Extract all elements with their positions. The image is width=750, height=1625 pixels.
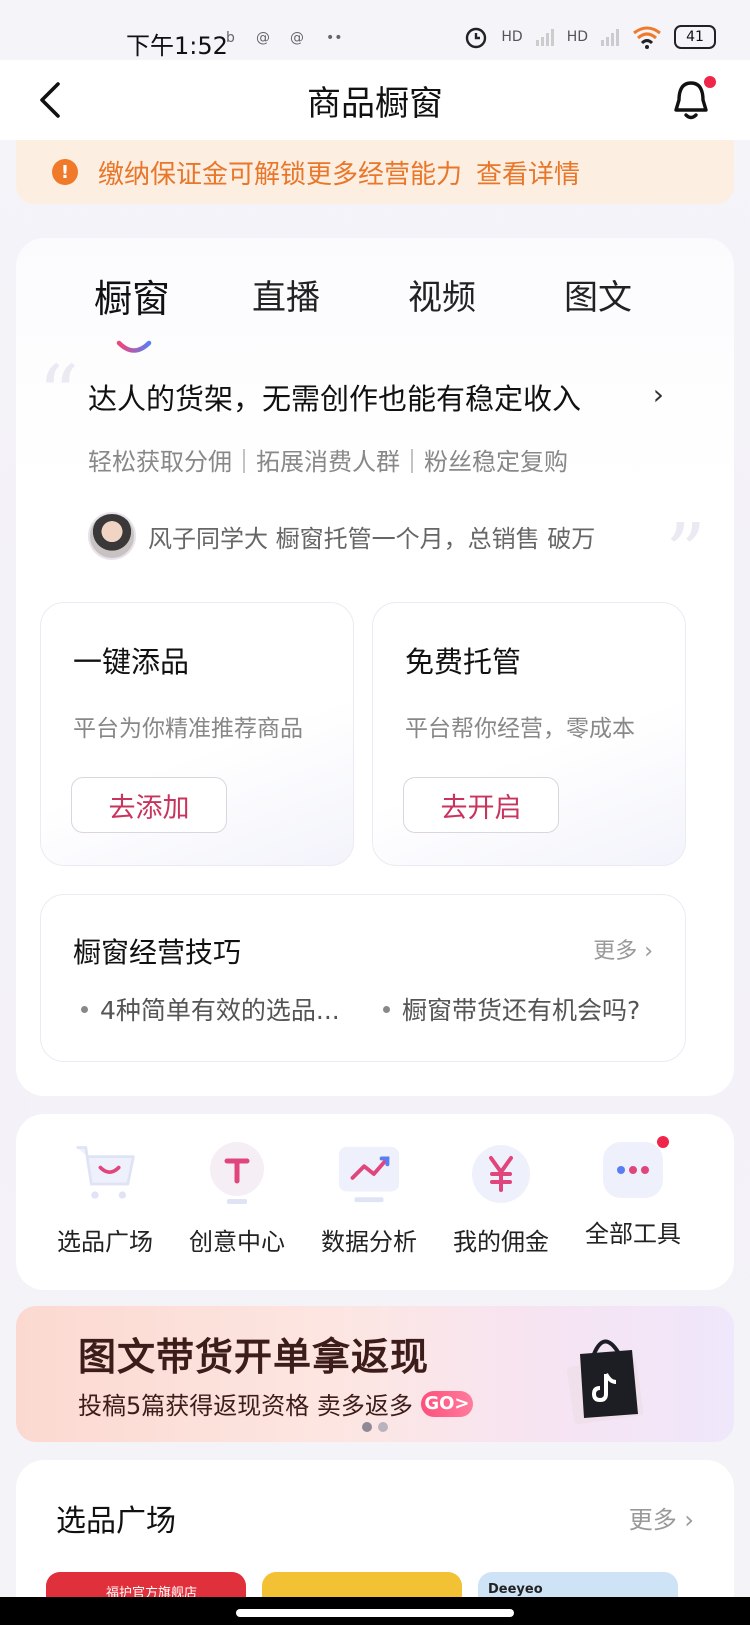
quote-decoration: “ <box>38 348 79 441</box>
notification-icon: @ <box>256 30 270 46</box>
tab-graphic[interactable]: 图文 <box>564 270 632 319</box>
tab-indicator <box>116 340 152 353</box>
battery-icon: 41 <box>674 25 716 49</box>
tab-live[interactable]: 直播 <box>252 270 320 319</box>
status-right: HD HD 41 <box>463 24 716 50</box>
tool-label: 数据分析 <box>321 1228 417 1256</box>
notification-icon: b <box>226 30 235 46</box>
section-more-link[interactable]: 更多 › <box>629 1500 694 1535</box>
signal-hd-label: HD <box>501 29 523 45</box>
signal-icon <box>601 29 619 46</box>
notification-dot <box>704 76 716 88</box>
chart-icon <box>337 1142 401 1206</box>
signal-icon <box>535 29 554 46</box>
banner-title: 图文带货开单拿返现 <box>78 1335 430 1379</box>
tools-card: 选品广场 创意中心 数据分析 我的佣金 全部工具 <box>16 1114 734 1290</box>
nav-bar: 商品橱窗 <box>0 60 750 140</box>
tips-item-text: 橱窗带货还有机会吗? <box>402 996 641 1025</box>
tool-label: 选品广场 <box>57 1228 153 1256</box>
tips-card: 橱窗经营技巧 更多 › 4种简单有效的选品... 橱窗带货还有机会吗? <box>40 894 686 1062</box>
carousel-dots <box>362 1422 388 1432</box>
status-time: 下午1:52 <box>126 32 228 60</box>
tool-product-plaza[interactable]: 选品广场 <box>40 1142 170 1257</box>
tab-bar: 橱窗 直播 视频 图文 <box>16 268 734 358</box>
notice-text: 缴纳保证金可解锁更多经营能力 <box>98 159 463 190</box>
avatar <box>88 512 136 560</box>
tool-label: 创意中心 <box>189 1228 285 1256</box>
home-indicator[interactable] <box>236 1609 514 1617</box>
tool-label: 全部工具 <box>585 1220 681 1248</box>
testimonial-text: 风子同学大 橱窗托管一个月，总销售 破万 <box>148 524 596 553</box>
yen-icon <box>469 1142 533 1206</box>
cart-icon <box>73 1142 137 1206</box>
promo-banner[interactable]: 图文带货开单拿返现 投稿5篇获得返现资格 卖多返多 GO> <box>16 1306 734 1442</box>
feature-title: 一键添品 <box>73 645 190 679</box>
carousel-dot[interactable] <box>362 1422 372 1432</box>
wifi-icon <box>633 26 661 49</box>
shopping-bag-icon <box>566 1339 644 1424</box>
tool-label: 我的佣金 <box>453 1228 549 1256</box>
product-tag: Deeyeo <box>488 1582 543 1597</box>
feature-card-add: 一键添品 平台为你精准推荐商品 去添加 <box>40 602 354 866</box>
showcase-card: 橱窗 直播 视频 图文 “ 达人的货架，无需创作也能有稳定收入 › 轻松获取分佣… <box>16 238 734 1096</box>
more-icon <box>603 1136 669 1198</box>
tips-title: 橱窗经营技巧 <box>73 936 242 969</box>
page-title: 商品橱窗 <box>307 84 443 124</box>
section-title: 选品广场 <box>56 1504 176 1539</box>
tool-all-tools[interactable]: 全部工具 <box>568 1136 698 1249</box>
bullet-icon <box>383 1005 390 1013</box>
more-notifications-icon: •• <box>326 30 343 46</box>
warning-icon: ! <box>52 159 78 185</box>
deposit-notice[interactable]: ! 缴纳保证金可解锁更多经营能力 查看详情 <box>16 140 734 204</box>
notification-icon: @ <box>290 30 304 46</box>
badge-dot <box>657 1136 669 1148</box>
tab-video[interactable]: 视频 <box>408 270 476 319</box>
go-button[interactable]: GO> <box>420 1390 473 1417</box>
feature-title: 免费托管 <box>405 645 522 679</box>
signal-hd-label: HD <box>566 29 588 45</box>
feature-desc: 平台为你精准推荐商品 <box>73 716 303 742</box>
alarm-icon <box>466 27 487 49</box>
quote-decoration: ” <box>665 506 706 599</box>
tab-showcase[interactable]: 橱窗 <box>94 268 170 323</box>
intro-headline[interactable]: 达人的货架，无需创作也能有稳定收入 <box>88 376 581 418</box>
notification-button[interactable] <box>670 76 716 122</box>
chevron-right-icon[interactable]: › <box>653 378 664 411</box>
tips-item-text: 4种简单有效的选品... <box>100 996 340 1025</box>
add-product-button[interactable]: 去添加 <box>71 777 227 833</box>
carousel-dot[interactable] <box>378 1422 388 1432</box>
tool-data-analysis[interactable]: 数据分析 <box>304 1142 434 1257</box>
tips-item[interactable]: 橱窗带货还有机会吗? <box>383 991 640 1027</box>
feature-card-hosting: 免费托管 平台帮你经营，零成本 去开启 <box>372 602 686 866</box>
tool-creative-center[interactable]: 创意中心 <box>172 1142 302 1257</box>
view-details-link[interactable]: 查看详情 <box>476 154 580 191</box>
bullet-icon <box>81 1005 88 1013</box>
tips-more-link[interactable]: 更多 › <box>593 933 653 965</box>
intro-subline: 轻松获取分佣｜拓展消费人群｜粉丝稳定复购 <box>88 448 568 476</box>
feature-desc: 平台帮你经营，零成本 <box>405 716 635 742</box>
testimonial: 风子同学大 橱窗托管一个月，总销售 破万 <box>88 512 595 560</box>
banner-subtitle: 投稿5篇获得返现资格 卖多返多 GO> <box>78 1386 473 1421</box>
tool-my-commission[interactable]: 我的佣金 <box>436 1142 566 1257</box>
tips-item[interactable]: 4种简单有效的选品... <box>81 991 340 1027</box>
enable-hosting-button[interactable]: 去开启 <box>403 777 559 833</box>
bulb-icon <box>205 1142 269 1206</box>
banner-subtitle-text: 投稿5篇获得返现资格 卖多返多 <box>78 1392 413 1420</box>
